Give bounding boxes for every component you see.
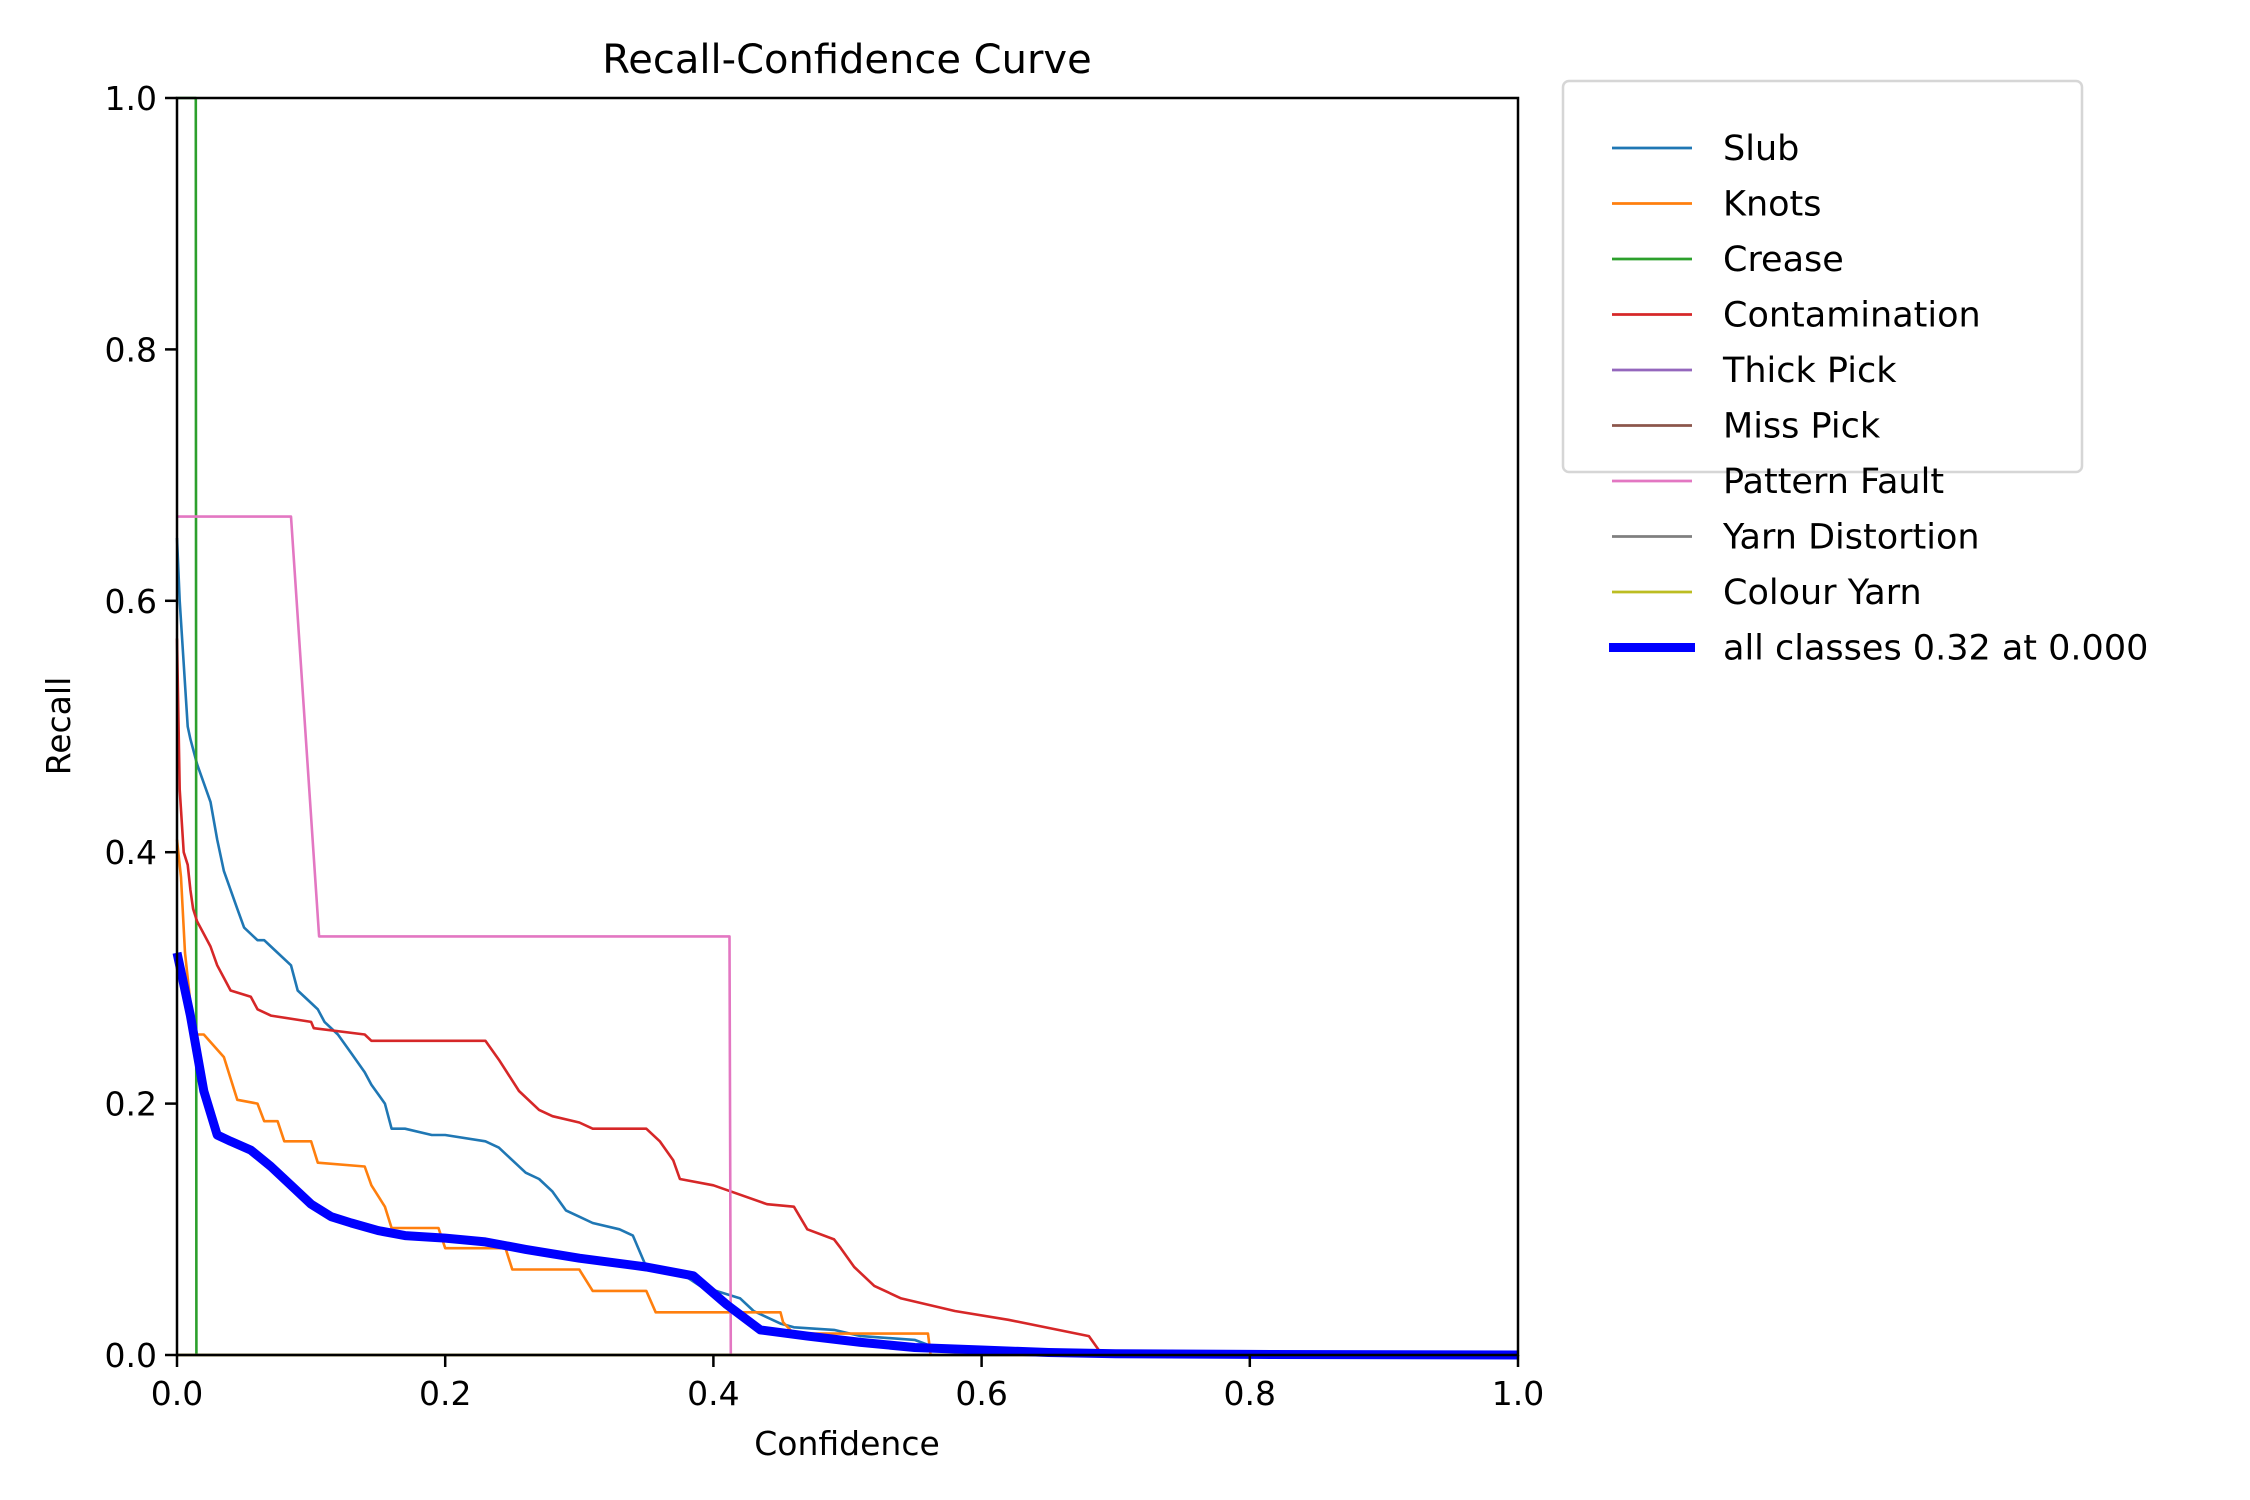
y-tick-label: 0.6 [105, 582, 157, 621]
y-tick-label: 0.2 [105, 1085, 157, 1124]
legend-label: Pattern Fault [1723, 462, 1944, 502]
chart-title: Recall-Confidence Curve [602, 37, 1091, 83]
x-axis-title: Confidence [754, 1424, 940, 1463]
legend-label: Crease [1723, 240, 1844, 280]
legend-label: Colour Yarn [1723, 573, 1922, 613]
x-tick-label: 0.8 [1224, 1374, 1276, 1413]
recall-confidence-chart: Recall-Confidence Curve 0.0 0.2 0.4 0.6 0.8 1… [39, 37, 2148, 1463]
legend-label: Slub [1723, 129, 1799, 169]
x-axis: 0.0 0.2 0.4 0.6 0.8 1.0 [151, 1355, 1544, 1413]
x-tick-label: 0.0 [151, 1374, 203, 1413]
y-tick-label: 0.8 [105, 330, 157, 369]
x-tick-label: 1.0 [1492, 1374, 1544, 1413]
y-axis: 0.0 0.2 0.4 0.6 0.8 1.0 [105, 79, 177, 1375]
x-tick-label: 0.6 [955, 1374, 1007, 1413]
legend-item: Colour Yarn [1612, 573, 1922, 613]
series-line-contamination [175, 638, 1518, 1357]
y-tick-label: 0.0 [105, 1336, 157, 1375]
y-tick-label: 1.0 [105, 79, 157, 118]
legend: Slub Knots Crease Contamination Thick Pick Mi… [1561, 79, 2148, 669]
plot-area [172, 96, 1520, 1360]
legend-label: Miss Pick [1723, 407, 1881, 447]
series-layer [172, 96, 1519, 1360]
legend-label: Thick Pick [1722, 351, 1897, 391]
y-tick-label: 0.4 [105, 833, 157, 872]
y-axis-title: Recall [39, 677, 78, 775]
series-line-all-classes [172, 951, 1519, 1360]
x-tick-label: 0.4 [687, 1374, 739, 1413]
legend-item: Yarn Distortion [1612, 518, 1980, 558]
x-tick-label: 0.2 [419, 1374, 471, 1413]
plot-frame [175, 96, 1520, 1357]
legend-label: Knots [1723, 185, 1822, 225]
legend-label: Yarn Distortion [1722, 518, 1980, 558]
legend-label: all classes 0.32 at 0.000 [1723, 629, 2148, 669]
legend-label: Contamination [1723, 296, 1981, 336]
legend-item: all classes 0.32 at 0.000 [1609, 629, 2148, 669]
series-line-crease [177, 96, 1518, 1357]
series-line-knots [175, 839, 1518, 1357]
